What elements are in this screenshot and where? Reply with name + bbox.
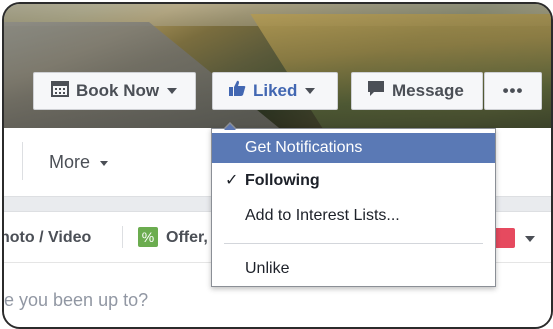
liked-button[interactable]: Liked [212,72,338,110]
composer-placeholder[interactable]: re you been up to? [4,290,148,311]
nav-more-label: More [49,152,91,172]
menu-item-get-notifications[interactable]: Get Notifications [212,133,495,163]
chevron-down-icon [305,88,316,94]
menu-item-label: Unlike [245,260,290,277]
menu-item-label: Add to Interest Lists... [245,207,400,224]
message-button[interactable]: Message [351,72,483,110]
calendar-icon [51,80,69,102]
chevron-down-icon [100,160,109,166]
menu-item-following[interactable]: ✓ Following [212,166,495,196]
offer-tab[interactable]: Offer, [166,229,208,247]
chevron-down-icon [167,88,178,94]
book-now-label: Book Now [76,81,160,100]
page-frame: Book Now Liked Message ••• More hoto / V… [2,2,553,329]
menu-item-add-to-interest-lists[interactable]: Add to Interest Lists... [212,201,495,231]
book-now-button[interactable]: Book Now [33,72,196,110]
menu-item-unlike[interactable]: Unlike [212,254,495,284]
chevron-down-icon[interactable] [525,236,535,242]
menu-divider [224,243,483,244]
nav-divider [22,142,23,180]
toolbar-divider [122,226,123,248]
menu-item-label: Following [245,172,320,189]
nav-more-link[interactable]: More [49,152,109,173]
more-options-button[interactable]: ••• [484,72,542,110]
menu-item-label: Get Notifications [245,139,363,156]
liked-dropdown-menu: Get Notifications ✓ Following Add to Int… [211,122,496,287]
offer-icon: % [138,227,158,247]
thumbs-up-icon [228,80,246,102]
message-icon [367,80,385,102]
ellipsis-icon: ••• [502,81,524,100]
checkmark-icon: ✓ [225,172,239,189]
message-label: Message [392,81,464,100]
photo-video-tab[interactable]: hoto / Video [4,229,91,247]
liked-label: Liked [253,81,298,100]
menu-pointer-inner [224,124,236,130]
